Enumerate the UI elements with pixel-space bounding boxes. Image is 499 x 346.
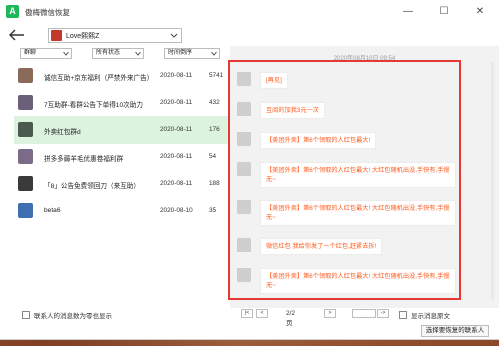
chat-panel: 2020年08月10日 09:54 [再见] 互阅的加我3元一次 【美团外卖】第…: [228, 46, 499, 308]
go-page-button[interactable]: ->: [377, 309, 389, 318]
session-row-selected[interactable]: 外卖红包群d 2020-08-11 176: [14, 116, 229, 144]
contact-avatar: [51, 30, 62, 41]
page-indicator: 2/2页: [286, 310, 296, 327]
session-date: 2020-08-11: [160, 126, 193, 133]
session-name: 外卖红包群d: [44, 129, 81, 136]
session-row[interactable]: 诚信互助+京东福利（严禁外来广告） 2020-08-11 5741: [14, 62, 229, 90]
session-count: 35: [209, 207, 217, 214]
session-date: 2020-08-11: [160, 180, 193, 187]
session-avatar: [18, 68, 33, 83]
type-filter-value: 群聊: [24, 50, 37, 56]
chevron-down-icon: [170, 33, 178, 38]
minimize-button[interactable]: —: [396, 3, 420, 20]
session-name: 7互助群-看群公告下单得10次助力: [44, 102, 143, 109]
title-bar: A 傲梅微信恢复 — ☐ ✕: [0, 0, 499, 24]
sender-avatar: [237, 238, 251, 252]
session-count: 188: [209, 180, 220, 187]
chat-highlight-frame: [再见] 互阅的加我3元一次 【美团外卖】第6个领取的人红包最大! 【美团外卖】…: [228, 60, 461, 300]
message-bubble: 【美团外卖】第6个领取的人红包最大!: [260, 132, 377, 149]
session-count: 432: [209, 99, 220, 106]
message-bubble: 【美团外卖】第6个领取的人红包最大! 大红包随机出没,手快有,手慢无~: [260, 200, 456, 226]
session-avatar: [18, 203, 33, 218]
sender-avatar: [237, 268, 251, 282]
sort-filter-value: 时间倒序: [168, 50, 193, 56]
session-row[interactable]: beta6 2020-08-10 35: [14, 197, 229, 225]
session-row[interactable]: 「8」公告免费领回刀（来互助） 2020-08-11 188: [14, 170, 229, 198]
sender-avatar: [237, 162, 251, 176]
status-filter-select[interactable]: 所有状态: [92, 48, 144, 59]
prev-page-button[interactable]: <: [256, 309, 268, 318]
message-bubble: 互阅的加我3元一次: [260, 102, 325, 119]
show-zero-contacts-label: 联系人的消息数为零也显示: [34, 313, 112, 320]
app-window: A 傲梅微信恢复 — ☐ ✕ Love熙熙Z 群聊 所有状态 时间倒序 诚信互助…: [0, 0, 499, 340]
show-zero-contacts-checkbox[interactable]: [22, 311, 30, 319]
session-count: 54: [209, 153, 217, 160]
chevron-down-icon: [135, 51, 141, 56]
type-filter-select[interactable]: 群聊: [20, 48, 72, 59]
show-original-toggle[interactable]: 显示消息原文: [399, 310, 450, 320]
session-name: 诚信互助+京东福利（严禁外来广告）: [44, 75, 154, 82]
message-bubble: [再见]: [260, 72, 288, 89]
sender-avatar: [237, 132, 251, 146]
sender-avatar: [237, 72, 251, 86]
show-zero-contacts-toggle[interactable]: 联系人的消息数为零也显示: [22, 310, 112, 320]
message-bubble: 【美团外卖】第6个领取的人红包最大! 大红包随机出没,手快有,手慢无~: [260, 268, 456, 294]
session-date: 2020-08-11: [160, 99, 193, 106]
session-count: 5741: [209, 72, 224, 79]
message-bubble: 微信红包 我给你发了一个红包,赶紧去拆!: [260, 238, 383, 255]
chevron-down-icon: [211, 51, 217, 56]
choose-contact-button[interactable]: 选择要恢复的联系人: [421, 325, 489, 337]
session-name: 「8」公告免费领回刀（来互助）: [44, 183, 140, 190]
show-original-label: 显示消息原文: [411, 313, 450, 320]
session-count: 176: [209, 126, 220, 133]
sender-avatar: [237, 102, 251, 116]
chat-scrollbar[interactable]: [491, 62, 494, 300]
first-page-button[interactable]: |<: [241, 309, 253, 318]
filter-bar: 群聊 所有状态 时间倒序: [20, 48, 220, 60]
session-avatar: [18, 176, 33, 191]
session-row[interactable]: 拼多多薅羊毛优惠卷福利群 2020-08-11 54: [14, 143, 229, 171]
session-date: 2020-08-11: [160, 72, 193, 79]
page-number-input[interactable]: [352, 309, 376, 318]
contact-name: Love熙熙Z: [66, 33, 100, 40]
next-page-button[interactable]: >: [324, 309, 336, 318]
app-title: 傲梅微信恢复: [25, 8, 70, 17]
session-date: 2020-08-11: [160, 153, 193, 160]
status-filter-value: 所有状态: [96, 50, 121, 56]
session-name: 拼多多薅羊毛优惠卷福利群: [44, 156, 124, 163]
session-name: beta6: [44, 207, 61, 214]
session-avatar: [18, 149, 33, 164]
show-original-checkbox[interactable]: [399, 311, 407, 319]
back-arrow-icon[interactable]: [9, 29, 25, 41]
chevron-down-icon: [63, 51, 69, 56]
contact-select[interactable]: Love熙熙Z: [48, 28, 182, 43]
session-date: 2020-08-10: [160, 207, 193, 214]
close-button[interactable]: ✕: [468, 3, 492, 20]
app-logo-icon: A: [6, 5, 19, 18]
message-bubble: 【美团外卖】第6个领取的人红包最大! 大红包随机出没,手快有,手慢无~: [260, 162, 456, 188]
session-row[interactable]: 7互助群-看群公告下单得10次助力 2020-08-11 432: [14, 89, 229, 117]
session-list-panel: 群聊 所有状态 时间倒序 诚信互助+京东福利（严禁外来广告） 2020-08-1…: [0, 46, 229, 308]
sender-avatar: [237, 200, 251, 214]
session-avatar: [18, 122, 33, 137]
sort-filter-select[interactable]: 时间倒序: [164, 48, 220, 59]
maximize-button[interactable]: ☐: [432, 3, 456, 20]
session-avatar: [18, 95, 33, 110]
